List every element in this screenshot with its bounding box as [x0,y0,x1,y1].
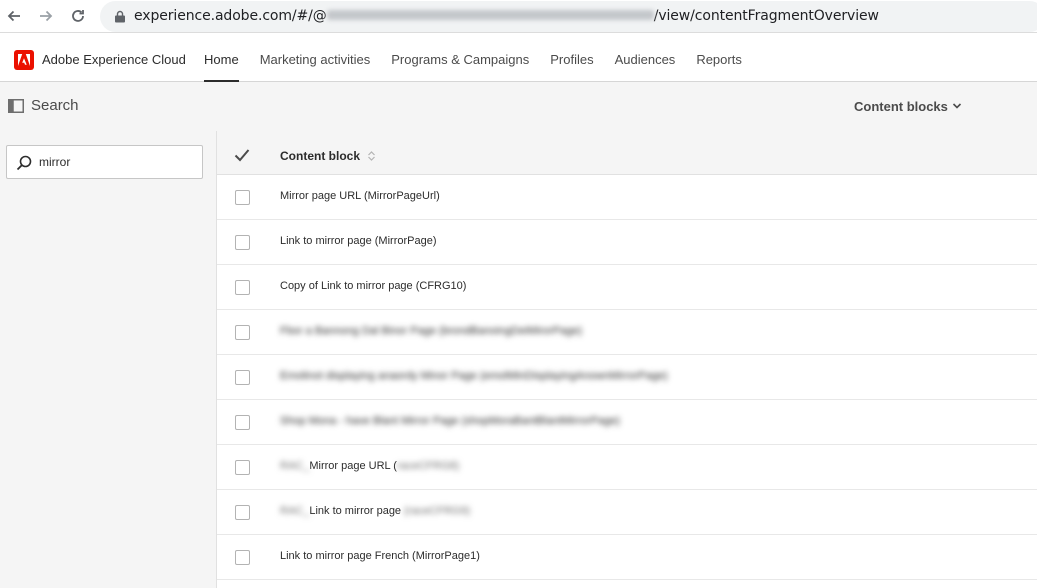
main-nav: Home Marketing activities Programs & Cam… [204,38,763,82]
reload-button[interactable] [68,6,88,26]
row-checkbox[interactable] [235,505,250,520]
search-field[interactable] [6,145,203,179]
back-button[interactable] [4,6,24,26]
table-row[interactable]: RAC_Link to mirror page (raceCFRG9) [217,490,1037,535]
adobe-logo-icon[interactable] [14,50,34,70]
row-label[interactable]: RAC_Mirror page URL (raceCFRG8) [280,460,459,472]
row-label[interactable]: Mirror page URL (MirrorPageUrl) [280,190,440,202]
app-header: Adobe Experience Cloud Home Marketing ac… [0,38,1037,82]
row-label-redacted[interactable]: Shop Mona - have Blant Mirror Page (shop… [280,415,620,427]
tab-programs-campaigns[interactable]: Programs & Campaigns [391,38,529,82]
url-redacted [326,10,654,20]
lock-icon [115,10,125,23]
row-label-redacted[interactable]: Emolinot displaying anaordy Minor Page (… [280,370,668,382]
row-checkbox[interactable] [235,460,250,475]
table-row[interactable]: Fbor a Bannong Dal Binor Page (brondBano… [217,310,1037,355]
row-label-suffix-redacted: (raceCFRG9) [401,505,471,517]
dropdown-label: Content blocks [854,99,948,114]
table-row[interactable]: RAC_Mirror page URL (raceCFRG8) [217,445,1037,490]
forward-button[interactable] [36,6,56,26]
row-label-redacted[interactable]: Fbor a Bannong Dal Binor Page (brondBano… [280,325,582,337]
row-checkbox[interactable] [235,415,250,430]
row-label-prefix-redacted: RAC_ [280,505,310,517]
table-row[interactable]: Link to mirror page French (MirrorPage1) [217,535,1037,580]
tab-profiles[interactable]: Profiles [550,38,593,82]
arrow-right-icon [40,10,53,22]
url-prefix: experience.adobe.com/#/@ [134,8,327,24]
table-row[interactable]: Shop Mona - have Blant Mirror Page (shop… [217,400,1037,445]
table-header: Content block [217,131,1037,175]
content-type-dropdown[interactable]: Content blocks [854,99,962,114]
tab-home[interactable]: Home [204,38,239,82]
tab-audiences[interactable]: Audiences [615,38,676,82]
table-row[interactable]: Copy of Link to mirror page (CFRG10) [217,265,1037,310]
page-toolbar: Search Content blocks [0,82,1037,131]
url-text: experience.adobe.com/#/@ /view/contentFra… [134,8,879,24]
row-checkbox[interactable] [235,325,250,340]
search-icon [16,155,32,171]
url-suffix: /view/contentFragmentOverview [653,8,879,24]
row-checkbox[interactable] [235,370,250,385]
row-label-suffix-redacted: raceCFRG8) [396,460,460,472]
row-checkbox[interactable] [235,280,250,295]
row-checkbox[interactable] [235,190,250,205]
row-label-visible: Mirror page URL ( [309,460,397,472]
left-rail [0,131,216,588]
table-row[interactable]: Mirror page URL (MirrorPageUrl) [217,175,1037,220]
sort-icon [368,151,375,161]
select-all-checkmark-icon[interactable] [234,148,250,162]
chevron-down-icon [952,103,961,109]
row-label[interactable]: RAC_Link to mirror page (raceCFRG9) [280,505,470,517]
row-label-prefix-redacted: RAC_ [280,460,310,472]
tab-marketing-activities[interactable]: Marketing activities [260,38,371,82]
tab-reports[interactable]: Reports [696,38,742,82]
rail-toggle-icon[interactable] [8,99,24,113]
adobe-a-icon [18,54,30,66]
row-label[interactable]: Link to mirror page (MirrorPage) [280,235,437,247]
row-checkbox[interactable] [235,550,250,565]
row-checkbox[interactable] [235,235,250,250]
brand-name[interactable]: Adobe Experience Cloud [42,52,186,67]
table-row[interactable]: Emolinot displaying anaordy Minor Page (… [217,355,1037,400]
row-label-visible: Link to mirror page [309,505,402,517]
address-bar[interactable]: experience.adobe.com/#/@ /view/contentFra… [100,1,1037,32]
results-table: Content block Mirror page URL (MirrorPag… [216,131,1037,588]
page-title: Search [31,97,79,114]
column-header-content-block[interactable]: Content block [280,149,376,163]
row-label[interactable]: Copy of Link to mirror page (CFRG10) [280,280,466,292]
row-label[interactable]: Link to mirror page French (MirrorPage1) [280,550,480,562]
arrow-left-icon [7,10,20,22]
table-row[interactable]: Link to mirror page (MirrorPage) [217,220,1037,265]
browser-toolbar: experience.adobe.com/#/@ /view/contentFra… [0,0,1037,33]
reload-icon [72,10,84,22]
search-input[interactable] [39,152,194,172]
column-header-label: Content block [280,149,360,163]
